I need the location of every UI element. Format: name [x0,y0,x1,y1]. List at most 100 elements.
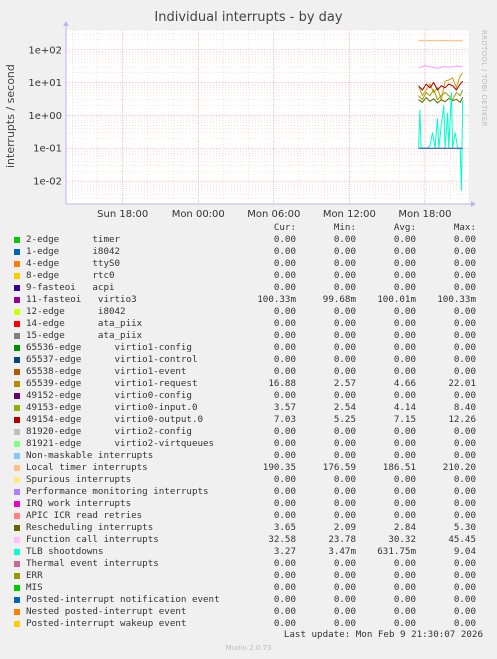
legend-max-value: 9.04 [453,546,476,557]
legend-min-value: 0.00 [333,330,356,341]
legend-swatch [14,261,20,267]
legend-series-name: Posted-interrupt notification event [26,594,220,605]
x-tick-label: Mon 18:00 [398,209,451,220]
legend-row: APIC ICR read retries 0.00 0.00 0.00 0.00 [12,510,492,522]
legend-min-value: 0.00 [333,258,356,269]
legend-cur-value: 0.00 [273,426,296,437]
legend-swatch [14,429,20,435]
legend-row: Posted-interrupt notification event 0.00 0… [12,594,492,606]
legend-series-name: 65538-edge virtio1-event [26,366,187,377]
legend-swatch [14,501,20,507]
legend-avg-value: 0.00 [393,282,416,293]
legend-cur-value: 190.35 [262,462,296,473]
legend-series-name: 2-edge timer [26,234,121,245]
munin-version: Munin 2.0.73 [225,644,272,652]
legend-avg-value: 0.00 [393,366,416,377]
legend-row: Spurious interrupts 0.00 0.00 0.00 0.00 [12,474,492,486]
legend-row: 8-edge rtc0 0.00 0.00 0.00 0.00 [12,270,492,282]
legend-series-name: 65537-edge virtio1-control [26,354,198,365]
legend-avg-value: 0.00 [393,570,416,581]
y-axis-arrow [63,21,69,26]
legend-series-name: 11-fasteoi virtio3 [26,294,137,305]
legend-min-value: 2.57 [333,378,356,389]
legend-avg-value: 4.14 [393,402,416,413]
legend-min-value: 99.68m [322,294,356,305]
legend-cur-value: 0.00 [273,246,296,257]
legend-cur-value: 0.00 [273,594,296,605]
legend-swatch [14,621,20,627]
legend-row: 49154-edge virtio0-output.0 7.03 5.25 7.15 1… [12,414,492,426]
legend: Cur: Min: Avg: Max: 2-edge timer 0.00 0.00… [12,222,492,630]
legend-row: 65537-edge virtio1-control 0.00 0.00 0.00 0.… [12,354,492,366]
legend-max-value: 0.00 [453,498,476,509]
legend-cur-value: 0.00 [273,474,296,485]
legend-swatch [14,357,20,363]
legend-max-value: 0.00 [453,342,476,353]
legend-avg-value: 0.00 [393,354,416,365]
legend-min-value: 0.00 [333,438,356,449]
legend-row: 65539-edge virtio1-request 16.88 2.57 4.66 2… [12,378,492,390]
legend-avg-value: 0.00 [393,258,416,269]
legend-avg-value: 0.00 [393,510,416,521]
x-tick-label: Mon 06:00 [247,209,300,220]
y-tick-label: 1e+01 [28,78,62,89]
legend-avg-value: 0.00 [393,342,416,353]
legend-cur-value: 0.00 [273,258,296,269]
legend-min-value: 0.00 [333,558,356,569]
legend-cur-value: 100.33m [257,294,296,305]
legend-avg-value: 30.32 [388,534,416,545]
legend-max-value: 0.00 [453,390,476,401]
legend-max-value: 0.00 [453,606,476,617]
legend-series-name: 49152-edge virtio0-config [26,390,192,401]
legend-swatch [14,321,20,327]
legend-cur-value: 0.00 [273,498,296,509]
legend-avg-value: 186.51 [382,462,416,473]
legend-max-value: 0.00 [453,426,476,437]
legend-swatch [14,381,20,387]
legend-row: Nested posted-interrupt event 0.00 0.00 0.0… [12,606,492,618]
legend-max-value: 0.00 [453,450,476,461]
legend-series-name: 81920-edge virtio2-config [26,426,192,437]
legend-min-value: 3.47m [328,546,356,557]
legend-cur-value: 3.65 [273,522,296,533]
legend-series-name: Spurious interrupts [26,474,132,485]
legend-swatch [14,525,20,531]
legend-max-value: 5.30 [453,522,476,533]
legend-min-value: 0.00 [333,234,356,245]
legend-row: Thermal event interrupts 0.00 0.00 0.00 0.00 [12,558,492,570]
legend-max-value: 0.00 [453,246,476,257]
legend-max-value: 0.00 [453,270,476,281]
legend-swatch [14,585,20,591]
legend-series-name: 4-edge ttyS0 [26,258,121,269]
legend-swatch [14,477,20,483]
legend-row: 1-edge i8042 0.00 0.00 0.00 0.00 [12,246,492,258]
legend-row: 11-fasteoi virtio3 100.33m 99.68m 100.01m 10… [12,294,492,306]
legend-min-value: 0.00 [333,450,356,461]
legend-min-value: 2.09 [333,522,356,533]
legend-series-name: MIS [26,582,43,593]
legend-cur-value: 0.00 [273,390,296,401]
header-max: Max: [453,222,476,233]
x-tick-label: Mon 12:00 [323,209,376,220]
legend-series-name: 49154-edge virtio0-output.0 [26,414,204,425]
legend-row: 2-edge timer 0.00 0.00 0.00 0.00 [12,234,492,246]
legend-series-name: IRQ work interrupts [26,498,132,509]
legend-series-name: Performance monitoring interrupts [26,486,209,497]
legend-min-value: 0.00 [333,474,356,485]
legend-cur-value: 0.00 [273,366,296,377]
legend-cur-value: 0.00 [273,330,296,341]
legend-max-value: 0.00 [453,366,476,377]
legend-swatch [14,309,20,315]
legend-avg-value: 0.00 [393,438,416,449]
legend-swatch [14,417,20,423]
legend-rows: 2-edge timer 0.00 0.00 0.00 0.00 1-edge i8042… [12,234,492,630]
legend-swatch [14,369,20,375]
legend-header: Cur: Min: Avg: Max: [12,222,492,234]
legend-min-value: 0.00 [333,342,356,353]
legend-min-value: 0.00 [333,582,356,593]
legend-swatch [14,405,20,411]
legend-cur-value: 0.00 [273,234,296,245]
plot-area: 1e+02 1e+01 1e+00 1e-01 1e-02 Sun 18:00 Mon 00… [28,21,476,220]
legend-min-value: 0.00 [333,390,356,401]
legend-series-name: APIC ICR read retries [26,510,143,521]
